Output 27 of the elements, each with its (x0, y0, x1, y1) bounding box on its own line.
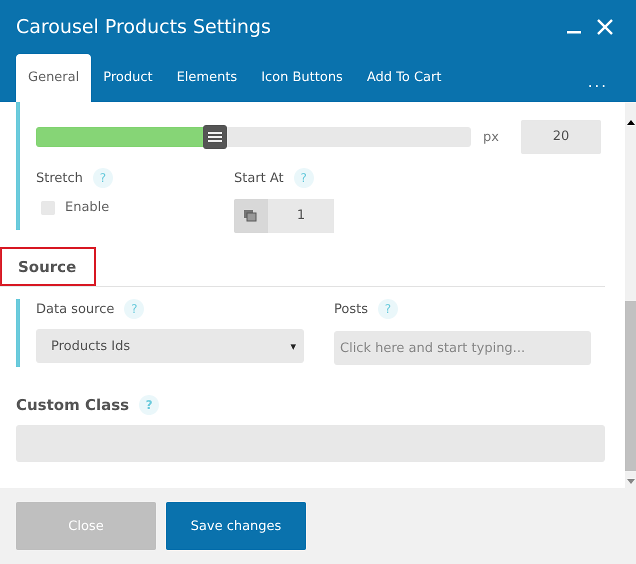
scroll-up-icon[interactable] (627, 120, 635, 125)
input-field[interactable]: Click here and start typing... (334, 331, 591, 365)
number-field[interactable]: 1 (268, 199, 334, 233)
number-field[interactable]: 20 (521, 120, 601, 154)
scroll-down-icon[interactable] (627, 479, 635, 484)
close-icon[interactable] (596, 18, 614, 36)
slider-handle[interactable] (203, 125, 228, 149)
field-label: Start At (234, 170, 284, 186)
tab[interactable]: Elements (164, 54, 250, 102)
field-label: Stretch (36, 170, 83, 186)
slider-track[interactable] (36, 127, 471, 147)
field-label: Data source (36, 302, 114, 316)
save-button[interactable]: Save changes (166, 502, 306, 550)
unit-label: px (483, 130, 500, 144)
field-label: Custom Class (16, 396, 130, 414)
tab[interactable]: General (16, 54, 92, 102)
scrollbar[interactable] (625, 102, 636, 488)
tab[interactable]: Icon Buttons (249, 54, 355, 102)
select-field[interactable]: Products Ids ▾ (36, 329, 304, 363)
more-tabs-button[interactable]: ... (588, 62, 608, 102)
tab[interactable]: Product (91, 54, 165, 102)
window-title: Carousel Products Settings (16, 16, 271, 38)
field-label: Posts (334, 302, 368, 316)
layers-icon (243, 209, 259, 223)
section-heading: Source (18, 258, 76, 276)
checkbox-label: Enable (65, 200, 110, 215)
tab[interactable]: Add To Cart (354, 54, 454, 102)
